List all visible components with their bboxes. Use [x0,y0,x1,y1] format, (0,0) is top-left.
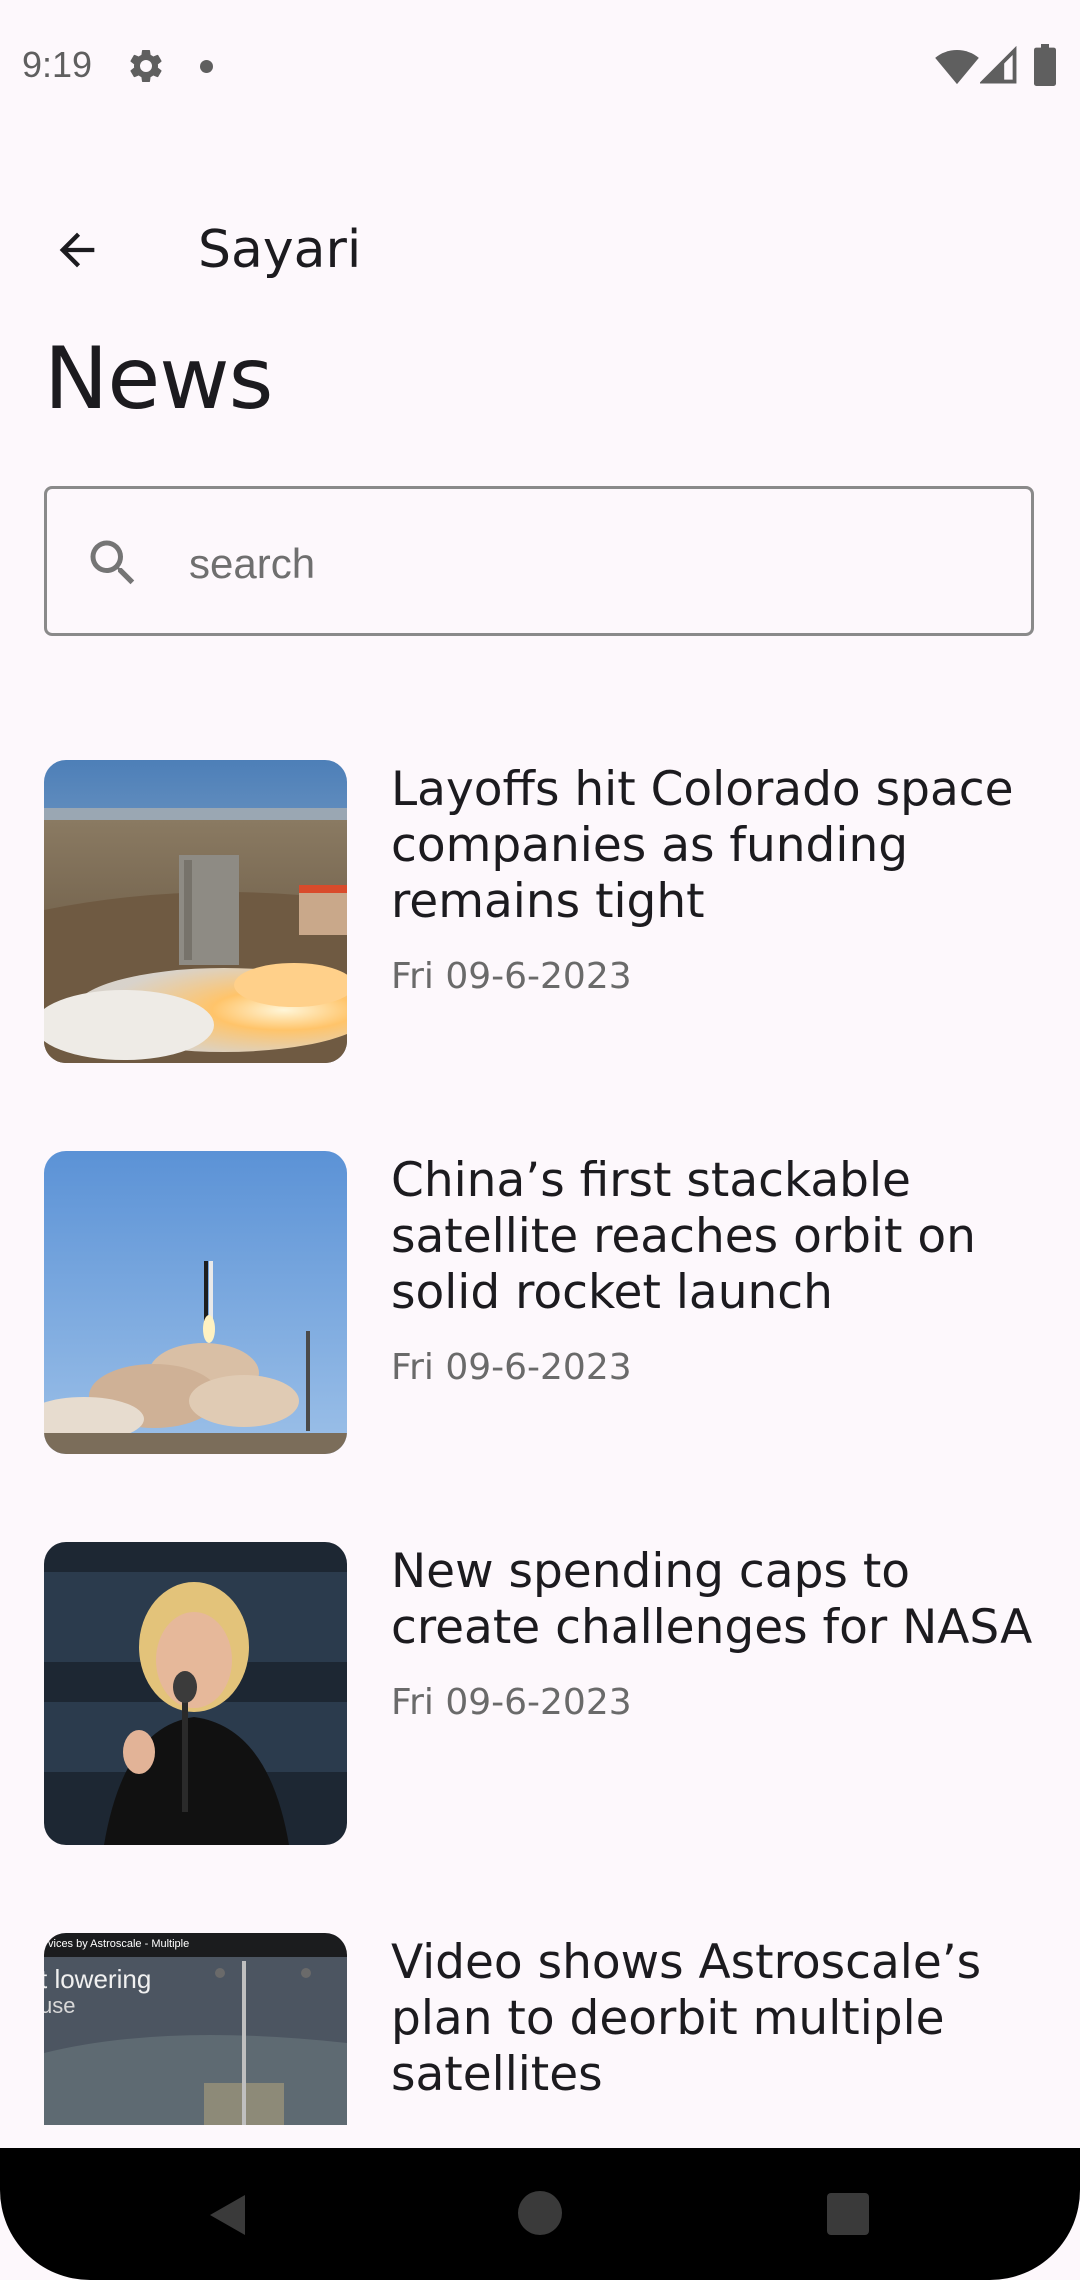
news-item[interactable]: Layoffs hit Colorado space companies as … [44,760,1044,1063]
back-button[interactable] [40,218,114,282]
news-title: Layoffs hit Colorado space companies as … [391,762,1014,929]
status-bar: 9:19 [0,0,1080,132]
battery-icon [1034,44,1056,86]
news-date: Fri 09-6-2023 [391,956,632,997]
page-title: News [44,329,273,429]
satellite-video-image: vices by Astroscale - Multiple t lowerin… [44,1933,347,2125]
news-title: New spending caps to create challenges f… [391,1544,1033,1655]
news-date: Fri 09-6-2023 [391,1682,632,1723]
news-item[interactable]: vices by Astroscale - Multiple t lowerin… [44,1933,1044,2125]
news-date: Fri 09-6-2023 [391,1347,632,1388]
news-title: China’s first stackable satellite reache… [391,1153,976,1320]
search-box[interactable] [44,486,1034,636]
status-time: 9:19 [22,44,93,85]
app-title: Sayari [198,220,362,280]
notification-dot-icon [200,60,213,73]
search-input[interactable] [187,525,1011,603]
nav-recents-icon[interactable] [827,2193,869,2235]
news-item[interactable]: China’s first stackable satellite reache… [44,1151,1044,1454]
thumb-caption-line3: use [44,1993,75,2018]
rocket-engine-test-image [44,760,347,1063]
signal-icon [980,46,1017,84]
news-item[interactable]: New spending caps to create challenges f… [44,1542,1044,1845]
nav-back-icon[interactable] [205,2190,255,2240]
search-icon [90,540,135,585]
thumb-caption-line2: t lowering [44,1964,151,1994]
rocket-launch-image [44,1151,347,1454]
thumb-caption-line1: vices by Astroscale - Multiple [48,1938,189,1950]
news-title: Video shows Astroscale’s plan to deorbit… [391,1935,982,2102]
top-app-bar: Sayari [0,200,1080,300]
gear-icon [130,49,162,82]
speaker-photo-image [44,1542,347,1845]
wifi-icon [935,50,979,85]
nav-home-icon[interactable] [518,2191,562,2235]
arrow-back-icon [59,232,95,268]
news-list[interactable]: Layoffs hit Colorado space companies as … [0,760,1080,2125]
navigation-bar [0,2148,1080,2280]
